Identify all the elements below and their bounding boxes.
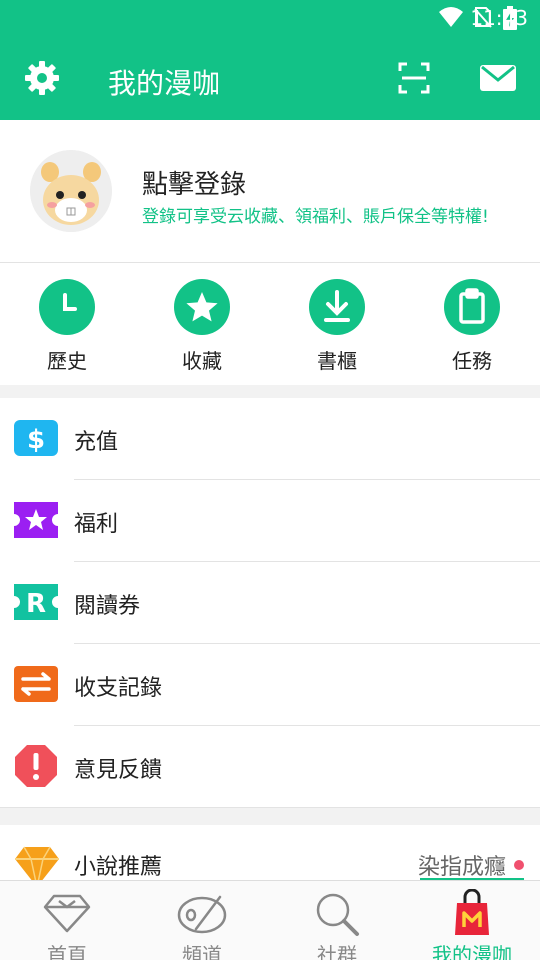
status-time: 11:43 bbox=[470, 6, 528, 30]
star-icon bbox=[174, 279, 230, 335]
tab-community[interactable]: 社群 bbox=[282, 887, 392, 960]
menu-item-label: 收支記錄 bbox=[74, 676, 163, 701]
status-bar: 11:43 bbox=[0, 0, 540, 38]
quick-actions: 歷史 收藏 書櫃 任務 bbox=[0, 263, 540, 385]
profile-login-panel[interactable]: 點擊登錄 登錄可享受云收藏、領福利、賬戶保全等特權! bbox=[0, 120, 540, 263]
menu-item-reading-coupon[interactable]: R 閱讀券 bbox=[0, 562, 540, 644]
wifi-icon bbox=[438, 6, 464, 32]
novel-recommended-title[interactable]: 染指成癮 bbox=[418, 849, 506, 881]
quick-action-label: 書櫃 bbox=[317, 349, 357, 373]
login-subtitle: 登錄可享受云收藏、領福利、賬戶保全等特權! bbox=[142, 207, 489, 227]
shopping-bag-icon bbox=[454, 888, 490, 937]
diamond-outline-icon bbox=[43, 893, 91, 933]
svg-text:R: R bbox=[26, 589, 46, 619]
tab-label: 頻道 bbox=[182, 943, 222, 960]
magnifier-icon bbox=[314, 891, 360, 937]
menu-item-label: 閱讀券 bbox=[74, 594, 141, 619]
svg-text:$: $ bbox=[27, 425, 45, 455]
settings-gear-icon[interactable] bbox=[22, 58, 62, 98]
tab-label: 首頁 bbox=[47, 943, 87, 960]
clock-icon bbox=[39, 279, 95, 335]
mail-icon[interactable] bbox=[478, 58, 518, 98]
tab-my-manka[interactable]: 我的漫咖 bbox=[417, 887, 527, 960]
quick-action-tasks[interactable]: 任務 bbox=[422, 279, 522, 379]
menu-item-welfare[interactable]: 福利 bbox=[0, 480, 540, 562]
diamond-icon bbox=[14, 843, 60, 881]
menu-item-feedback[interactable]: 意見反饋 bbox=[0, 726, 540, 808]
scan-icon[interactable] bbox=[394, 58, 434, 98]
bottom-tab-bar: 首頁 頻道 社群 我的漫咖 bbox=[0, 880, 540, 960]
menu-item-label: 意見反饋 bbox=[74, 758, 163, 783]
avatar[interactable] bbox=[30, 150, 112, 232]
novel-label: 小說推薦 bbox=[74, 855, 163, 880]
menu-item-transactions[interactable]: 收支記錄 bbox=[0, 644, 540, 726]
tab-label: 社群 bbox=[317, 943, 357, 960]
menu-item-label: 福利 bbox=[74, 512, 119, 537]
tab-home[interactable]: 首頁 bbox=[12, 887, 122, 960]
quick-action-history[interactable]: 歷史 bbox=[17, 279, 117, 379]
novel-recommendation-row[interactable]: 小說推薦 染指成癮 bbox=[0, 825, 540, 881]
ticket-r-icon: R bbox=[14, 584, 58, 620]
alert-octagon-icon bbox=[14, 744, 58, 788]
quick-action-bookshelf[interactable]: 書櫃 bbox=[287, 279, 387, 379]
quick-action-label: 任務 bbox=[452, 349, 492, 373]
page-title: 我的漫咖 bbox=[108, 67, 221, 100]
new-indicator-dot bbox=[514, 860, 524, 870]
divider bbox=[0, 807, 540, 808]
login-title[interactable]: 點擊登錄 bbox=[142, 164, 246, 201]
tab-label: 我的漫咖 bbox=[432, 943, 512, 960]
menu-list: $ 充值 福利 R 閱讀券 收支記錄 意見反饋 bbox=[0, 398, 540, 808]
quick-action-label: 收藏 bbox=[182, 349, 222, 373]
transfer-icon bbox=[14, 666, 58, 702]
quick-action-label: 歷史 bbox=[47, 349, 87, 373]
clipboard-icon bbox=[444, 279, 500, 335]
dollar-icon: $ bbox=[14, 420, 58, 456]
download-icon bbox=[309, 279, 365, 335]
toolbar: 我的漫咖 bbox=[0, 38, 540, 120]
ticket-star-icon bbox=[14, 502, 58, 538]
tab-channels[interactable]: 頻道 bbox=[147, 887, 257, 960]
app-header: 11:43 我的漫咖 bbox=[0, 0, 540, 120]
palette-icon bbox=[176, 891, 228, 935]
menu-item-label: 充值 bbox=[74, 430, 119, 455]
menu-item-recharge[interactable]: $ 充值 bbox=[0, 398, 540, 480]
quick-action-favorites[interactable]: 收藏 bbox=[152, 279, 252, 379]
